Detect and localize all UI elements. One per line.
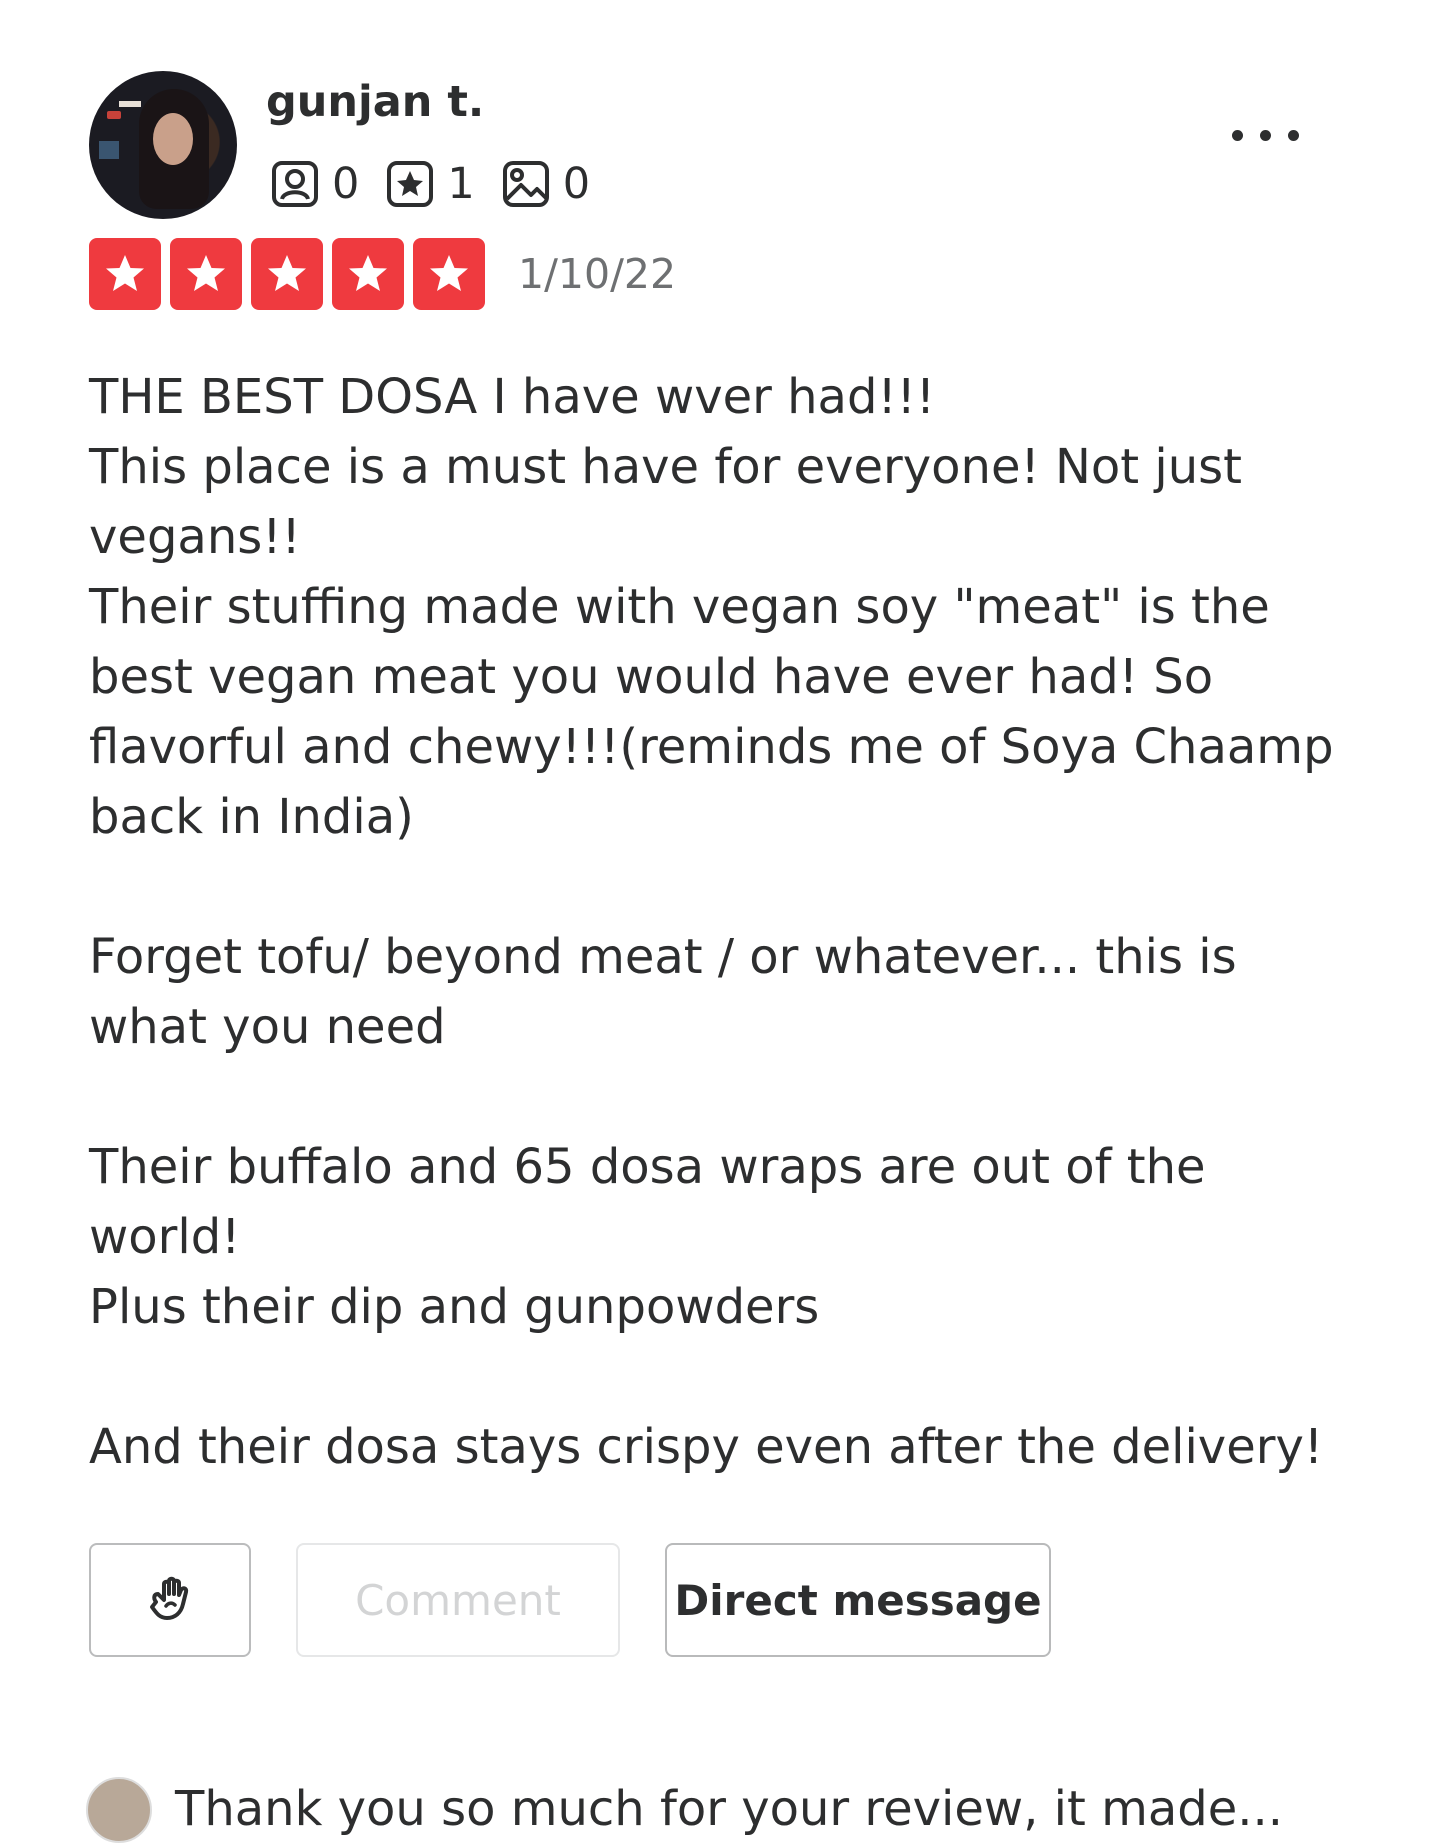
reviewer-avatar[interactable] xyxy=(89,71,237,219)
reviews-stat: 1 xyxy=(385,159,475,209)
review-paragraph: Plus their dip and gunpowders xyxy=(89,1279,820,1335)
direct-message-button[interactable]: Direct message xyxy=(665,1543,1051,1657)
photos-icon xyxy=(502,161,549,207)
owner-avatar[interactable] xyxy=(86,1777,152,1843)
reviews-star-icon xyxy=(387,161,434,207)
friends-count: 0 xyxy=(332,159,360,209)
star-icon xyxy=(170,238,242,310)
react-hand-icon xyxy=(150,1576,189,1620)
review-paragraph: This place is a must have for everyone! … xyxy=(89,439,1258,565)
photos-stat: 0 xyxy=(501,159,590,209)
review-paragraph: Forget tofu/ beyond meat / or whatever..… xyxy=(89,929,1252,1055)
star-icon xyxy=(251,238,323,310)
star-rating xyxy=(89,238,494,310)
reviewer-name[interactable]: gunjan t. xyxy=(266,74,484,130)
review-date: 1/10/22 xyxy=(518,250,677,298)
review-paragraph: And their dosa stays crispy even after t… xyxy=(89,1419,1324,1475)
reviewer-stats: 0 1 0 xyxy=(270,158,616,210)
review-paragraph: Their stuffing made with vegan soy "meat… xyxy=(89,579,1349,845)
review-body: THE BEST DOSA I have wver had!!! This pl… xyxy=(89,362,1359,1482)
star-icon xyxy=(413,238,485,310)
friends-icon xyxy=(272,161,318,207)
friends-stat: 0 xyxy=(270,159,359,209)
review-paragraph: THE BEST DOSA I have wver had!!! xyxy=(89,369,936,425)
star-icon xyxy=(332,238,404,310)
owner-reply-preview[interactable]: Thank you so much for your review, it ma… xyxy=(175,1774,1283,1844)
more-options-icon[interactable] xyxy=(1232,130,1316,141)
comment-button[interactable]: Comment xyxy=(296,1543,620,1657)
photos-count: 0 xyxy=(562,159,591,209)
react-button[interactable] xyxy=(89,1543,251,1657)
reviews-count: 1 xyxy=(447,159,475,209)
review-paragraph: Their buffalo and 65 dosa wraps are out … xyxy=(89,1139,1221,1265)
star-icon xyxy=(89,238,161,310)
